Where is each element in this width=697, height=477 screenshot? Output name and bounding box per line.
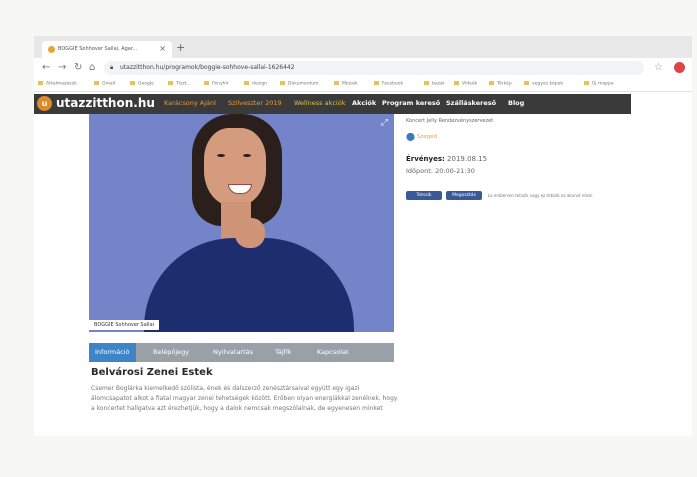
- category-tags[interactable]: Koncert Jelly Rendezvényszervezet: [406, 118, 493, 124]
- reload-icon[interactable]: ↻: [74, 62, 82, 73]
- share-button[interactable]: Megosztás: [446, 191, 482, 200]
- location-text[interactable]: Szeged: [417, 134, 437, 140]
- tab-title: BOGGIE Sohhover Sallai, Agar...: [58, 46, 138, 52]
- lock-icon: 🔒︎: [110, 64, 114, 71]
- logo-icon[interactable]: u: [37, 96, 52, 111]
- home-icon[interactable]: ⌂: [89, 62, 95, 73]
- valid-label: Érvényes:: [406, 155, 445, 163]
- url-text: utazzitthon.hu/programok/boggie-sohhove-…: [120, 64, 295, 71]
- profile-avatar[interactable]: [674, 62, 685, 73]
- site-navbar: u utazzitthon.hu Karácsony Ajánl Szilves…: [34, 94, 631, 114]
- nav-accommodation-search[interactable]: Szálláskereső: [446, 99, 496, 107]
- bookmark-item[interactable]: design: [244, 81, 267, 87]
- like-button[interactable]: Tetszik: [406, 191, 442, 200]
- event-time: Időpont: 20:00-21:30: [406, 167, 475, 175]
- valid-value: 2019.08.15: [447, 155, 488, 163]
- address-bar[interactable]: 🔒︎ utazzitthon.hu/programok/boggie-sohho…: [104, 61, 644, 75]
- bookmark-item[interactable]: Új mappa: [584, 81, 614, 87]
- bookmarks-bar: Alkalmazások Gmail Google Tiszt... Fényh…: [34, 78, 692, 92]
- browser-toolbar: ← → ↻ ⌂ 🔒︎ utazzitthon.hu/programok/bogg…: [34, 58, 692, 78]
- new-tab-icon[interactable]: +: [176, 41, 185, 54]
- bookmark-item[interactable]: Alkalmazások: [38, 81, 77, 87]
- tab-information[interactable]: Információ: [89, 343, 136, 362]
- browser-tab[interactable]: BOGGIE Sohhover Sallai, Agar... ×: [42, 41, 172, 58]
- bookmark-item[interactable]: Tiszt...: [168, 81, 191, 87]
- scanned-paper: BOGGIE Sohhover Sallai, Agar... × + ← → …: [0, 0, 697, 477]
- bookmark-item[interactable]: vegyes képek: [524, 81, 563, 87]
- bookmark-item[interactable]: Gmail: [94, 81, 115, 87]
- expand-icon[interactable]: ⤢: [381, 118, 388, 128]
- back-icon[interactable]: ←: [42, 62, 50, 73]
- bookmark-item[interactable]: Térkép: [489, 81, 512, 87]
- bookmark-item[interactable]: Mozaik: [334, 81, 358, 87]
- nav-new-year[interactable]: Szilveszter 2019: [228, 99, 282, 107]
- bookmark-item[interactable]: bazár: [424, 81, 445, 87]
- time-label: Időpont:: [406, 167, 433, 175]
- tab-directions[interactable]: Tájfík: [269, 343, 298, 362]
- tab-tickets[interactable]: Belépőjegy: [147, 343, 195, 362]
- bookmark-item[interactable]: Dokumentum: [280, 81, 319, 87]
- location-pin-icon: ⬤: [406, 132, 415, 141]
- forward-icon[interactable]: →: [58, 62, 66, 73]
- valid-date: Érvényes: 2019.08.15: [406, 155, 487, 163]
- nav-christmas[interactable]: Karácsony Ajánl: [164, 99, 216, 107]
- time-value: 20:00-21:30: [435, 167, 475, 175]
- event-description: Csemer Boglárka kiemelkedő szólista, éne…: [91, 385, 398, 412]
- nav-program-search[interactable]: Program kereső: [382, 99, 440, 107]
- content-tabs: Információ Belépőjegy Nyitvatartás Tájfí…: [89, 343, 394, 362]
- site-favicon-icon: [48, 46, 55, 53]
- nav-deals[interactable]: Akciók: [352, 99, 376, 107]
- nav-wellness[interactable]: Wellness akciók: [294, 99, 345, 107]
- tab-opening-hours[interactable]: Nyitvatartás: [207, 343, 259, 362]
- bookmark-item[interactable]: Facebook: [374, 81, 403, 87]
- browser-tabbar: BOGGIE Sohhover Sallai, Agar... × +: [34, 36, 692, 58]
- nav-blog[interactable]: Blog: [508, 99, 524, 107]
- bookmark-item[interactable]: Google: [130, 81, 154, 87]
- site-logo[interactable]: utazzitthon.hu: [56, 96, 155, 110]
- tab-close-icon[interactable]: ×: [159, 44, 166, 53]
- bookmark-star-icon[interactable]: ☆: [654, 62, 663, 73]
- likes-text: Lo embersen tetszik vagy ez tetszik ez a…: [488, 193, 593, 198]
- hero-image[interactable]: ⤢ BOGGIE Sohhover Sallai: [89, 114, 394, 332]
- image-caption: BOGGIE Sohhover Sallai: [89, 320, 160, 330]
- event-title: Belvárosi Zenei Estek: [91, 367, 213, 378]
- bookmark-item[interactable]: Videók: [454, 81, 477, 87]
- tab-contact[interactable]: Kapcsolat: [311, 343, 355, 362]
- bookmark-item[interactable]: Fényhír: [204, 81, 229, 87]
